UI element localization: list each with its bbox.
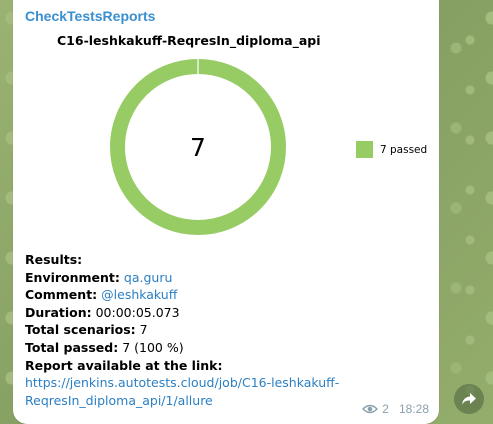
comment-label: Comment: [25,287,98,303]
legend-label-passed: 7 passed [380,143,428,156]
duration-value: 00:00:05.073 [95,304,180,320]
total-passed-value: 7 (100 %) [122,339,184,355]
sender-name[interactable]: CheckTestsReports [25,8,155,24]
results-label: Results: [25,252,83,267]
message-meta: 2 18:28 [362,402,429,416]
chart-legend: 7 passed [356,141,427,158]
total-scenarios-label: Total scenarios: [25,322,136,338]
report-url-part2[interactable]: ReqresIn_diploma_api/1/allure [25,393,213,408]
share-button[interactable] [454,384,484,414]
report-link-label: Report available at the link: [25,357,223,373]
comment-mention-link[interactable]: @leshkakuff [101,287,177,302]
report-url-link[interactable]: https://jenkins.autotests.cloud/job/C16-… [25,374,425,392]
view-count: 2 [382,402,389,416]
report-url-part1[interactable]: https://jenkins.autotests.cloud/job/C16-… [25,375,339,390]
chart-center-label: 7 [190,133,206,162]
environment-label: Environment: [25,269,120,285]
chart-title: C16-leshkakuff-ReqresIn_diploma_api [57,33,321,48]
share-arrow-icon [462,393,476,405]
eye-icon [362,404,379,414]
environment-link[interactable]: qa.guru [124,270,173,285]
message-time: 18:28 [398,402,429,416]
legend-swatch-passed [356,141,373,158]
duration-label: Duration: [25,304,92,320]
total-scenarios-value: 7 [139,322,148,338]
report-text: Results: Environment: qa.guru Comment: @… [25,251,425,409]
donut-chart: 7 [110,58,286,235]
message-bubble: CheckTestsReports C16-leshkakuff-ReqresI… [13,0,439,424]
total-passed-label: Total passed: [25,339,119,355]
